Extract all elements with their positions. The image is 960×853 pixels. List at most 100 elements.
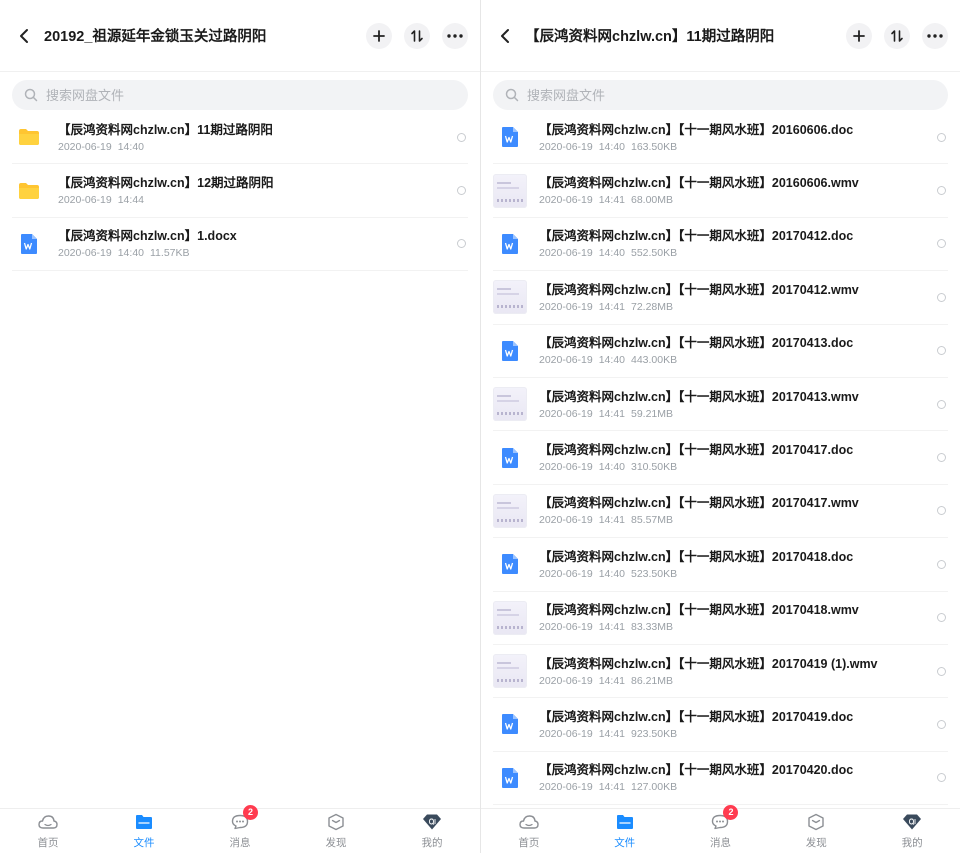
select-radio[interactable] bbox=[937, 186, 946, 196]
select-radio[interactable] bbox=[937, 773, 946, 783]
select-radio[interactable] bbox=[937, 613, 946, 623]
select-radio[interactable] bbox=[457, 132, 466, 142]
tab-home[interactable]: 首页 bbox=[0, 809, 96, 853]
select-radio[interactable] bbox=[937, 346, 946, 356]
bottom-tab-bar: 首页 文件 2 消息 发现 我的 bbox=[481, 805, 960, 853]
file-meta: 2020-06-19 14:40 bbox=[58, 140, 144, 153]
file-name: 【辰鸿资料网chzlw.cn】【十一期风水班】20160606.wmv bbox=[539, 176, 859, 191]
select-radio[interactable] bbox=[457, 239, 466, 249]
search-icon bbox=[24, 88, 38, 102]
word-doc-icon bbox=[502, 714, 518, 735]
list-item[interactable]: 【辰鸿资料网chzlw.cn】【十一期风水班】20170413.wmv 2020… bbox=[493, 378, 948, 432]
list-item[interactable]: 【辰鸿资料网chzlw.cn】【十一期风水班】20170412.doc 2020… bbox=[493, 218, 948, 272]
list-item[interactable]: 【辰鸿资料网chzlw.cn】【十一期风水班】20170418.doc 2020… bbox=[493, 538, 948, 592]
page-title: 【辰鸿资料网chzlw.cn】11期过路阴阳 bbox=[525, 29, 775, 45]
cloud-home-icon bbox=[519, 815, 539, 829]
file-name: 【辰鸿资料网chzlw.cn】【十一期风水班】20170418.wmv bbox=[539, 603, 859, 618]
tab-discover[interactable]: 发现 bbox=[288, 809, 384, 853]
file-meta: 2020-06-19 14:40 443.00KB bbox=[539, 354, 678, 367]
sort-button[interactable] bbox=[884, 22, 910, 49]
search-icon bbox=[505, 88, 519, 102]
file-name: 【辰鸿资料网chzlw.cn】【十一期风水班】20170420.doc bbox=[539, 763, 854, 778]
tab-messages[interactable]: 2 消息 bbox=[673, 805, 769, 853]
select-radio[interactable] bbox=[937, 506, 946, 516]
folder-tab-icon bbox=[616, 815, 633, 829]
file-meta: 2020-06-19 14:40 310.50KB bbox=[539, 461, 678, 474]
tab-home[interactable]: 首页 bbox=[481, 809, 577, 853]
video-thumbnail bbox=[493, 600, 527, 635]
bottom-tab-bar: 首页 文件 2 消息 发现 我的 bbox=[0, 805, 480, 853]
search-input[interactable] bbox=[46, 87, 468, 103]
list-item[interactable]: 【辰鸿资料网chzlw.cn】【十一期风水班】20160606.wmv 2020… bbox=[493, 164, 948, 218]
tab-messages[interactable]: 2 消息 bbox=[192, 805, 288, 853]
plus-icon bbox=[373, 29, 385, 42]
back-button[interactable] bbox=[495, 24, 515, 48]
cloud-home-icon bbox=[38, 815, 58, 829]
list-item[interactable]: 【辰鸿资料网chzlw.cn】【十一期风水班】20170420.doc 2020… bbox=[493, 752, 948, 806]
select-radio[interactable] bbox=[937, 292, 946, 302]
select-radio[interactable] bbox=[937, 559, 946, 569]
select-radio[interactable] bbox=[937, 719, 946, 729]
sort-button[interactable] bbox=[404, 22, 430, 49]
list-item[interactable]: 【辰鸿资料网chzlw.cn】【十一期风水班】20170413.doc 2020… bbox=[493, 325, 948, 378]
select-radio[interactable] bbox=[937, 132, 946, 142]
list-item[interactable]: 【辰鸿资料网chzlw.cn】【十一期风水班】20170418.wmv 2020… bbox=[493, 592, 948, 645]
search-input[interactable] bbox=[527, 87, 948, 103]
header: 20192_祖源延年金锁玉关过路阴阳 bbox=[0, 0, 480, 72]
list-item[interactable]: 【辰鸿资料网chzlw.cn】【十一期风水班】20170419.doc 2020… bbox=[493, 698, 948, 752]
list-item[interactable]: 【辰鸿资料网chzlw.cn】【十一期风水班】20170417.doc 2020… bbox=[493, 431, 948, 485]
list-item[interactable]: 【辰鸿资料网chzlw.cn】【十一期风水班】20170412.wmv 2020… bbox=[493, 271, 948, 325]
more-button[interactable] bbox=[922, 22, 948, 49]
video-thumbnail bbox=[493, 173, 527, 208]
message-badge: 2 bbox=[243, 805, 258, 820]
list-item[interactable]: 【辰鸿资料网chzlw.cn】11期过路阴阳 2020-06-19 14:40 bbox=[12, 111, 468, 165]
select-radio[interactable] bbox=[937, 239, 946, 249]
more-dots-icon bbox=[927, 33, 943, 38]
select-radio[interactable] bbox=[937, 666, 946, 676]
right-panel: 【辰鸿资料网chzlw.cn】11期过路阴阳 【辰鸿资料网chzlw.cn】【十… bbox=[481, 0, 960, 853]
list-item[interactable]: 【辰鸿资料网chzlw.cn】【十一期风水班】20160606.doc 2020… bbox=[493, 111, 948, 165]
file-name: 【辰鸿资料网chzlw.cn】11期过路阴阳 bbox=[58, 122, 273, 137]
chevron-left-icon bbox=[20, 28, 28, 43]
file-name: 【辰鸿资料网chzlw.cn】【十一期风水班】20170412.doc bbox=[539, 229, 854, 244]
file-meta: 2020-06-19 14:41 83.33MB bbox=[539, 621, 674, 634]
discover-box-icon bbox=[328, 813, 344, 831]
tab-discover[interactable]: 发现 bbox=[768, 809, 864, 853]
file-meta: 2020-06-19 14:40 552.50KB bbox=[539, 247, 678, 260]
file-meta: 2020-06-19 14:40 523.50KB bbox=[539, 567, 678, 580]
tab-files[interactable]: 文件 bbox=[96, 809, 192, 853]
more-button[interactable] bbox=[442, 22, 468, 49]
file-name: 【辰鸿资料网chzlw.cn】【十一期风水班】20170419 (1).wmv bbox=[539, 656, 878, 671]
list-item[interactable]: 【辰鸿资料网chzlw.cn】12期过路阴阳 2020-06-19 14:44 bbox=[12, 164, 468, 218]
tab-profile[interactable]: 我的 bbox=[384, 809, 480, 853]
search-bar[interactable] bbox=[493, 80, 948, 110]
file-meta: 2020-06-19 14:41 68.00MB bbox=[539, 194, 674, 207]
video-thumbnail bbox=[493, 387, 527, 422]
search-bar[interactable] bbox=[12, 80, 468, 110]
select-radio[interactable] bbox=[937, 453, 946, 463]
file-meta: 2020-06-19 14:41 923.50KB bbox=[539, 727, 678, 740]
back-button[interactable] bbox=[14, 24, 34, 48]
sort-icon bbox=[411, 29, 423, 42]
file-name: 【辰鸿资料网chzlw.cn】1.docx bbox=[58, 229, 237, 244]
list-item[interactable]: 【辰鸿资料网chzlw.cn】1.docx 2020-06-19 14:40 11.… bbox=[12, 218, 468, 272]
word-doc-icon bbox=[502, 340, 518, 361]
file-meta: 2020-06-19 14:44 bbox=[58, 194, 144, 207]
tab-profile[interactable]: 我的 bbox=[864, 809, 960, 853]
word-doc-icon bbox=[502, 554, 518, 575]
tab-files[interactable]: 文件 bbox=[577, 809, 673, 853]
file-name: 【辰鸿资料网chzlw.cn】12期过路阴阳 bbox=[58, 176, 274, 191]
page-title: 20192_祖源延年金锁玉关过路阴阳 bbox=[44, 29, 267, 45]
sort-icon bbox=[891, 29, 903, 42]
discover-box-icon bbox=[808, 813, 824, 831]
video-thumbnail bbox=[493, 280, 527, 315]
add-button[interactable] bbox=[846, 22, 872, 49]
file-name: 【辰鸿资料网chzlw.cn】【十一期风水班】20170417.doc bbox=[539, 443, 854, 458]
select-radio[interactable] bbox=[457, 186, 466, 196]
select-radio[interactable] bbox=[937, 399, 946, 409]
add-button[interactable] bbox=[366, 22, 392, 49]
plus-icon bbox=[853, 29, 865, 42]
list-item[interactable]: 【辰鸿资料网chzlw.cn】【十一期风水班】20170419 (1).wmv … bbox=[493, 645, 948, 699]
more-dots-icon bbox=[447, 33, 463, 38]
list-item[interactable]: 【辰鸿资料网chzlw.cn】【十一期风水班】20170417.wmv 2020… bbox=[493, 485, 948, 539]
